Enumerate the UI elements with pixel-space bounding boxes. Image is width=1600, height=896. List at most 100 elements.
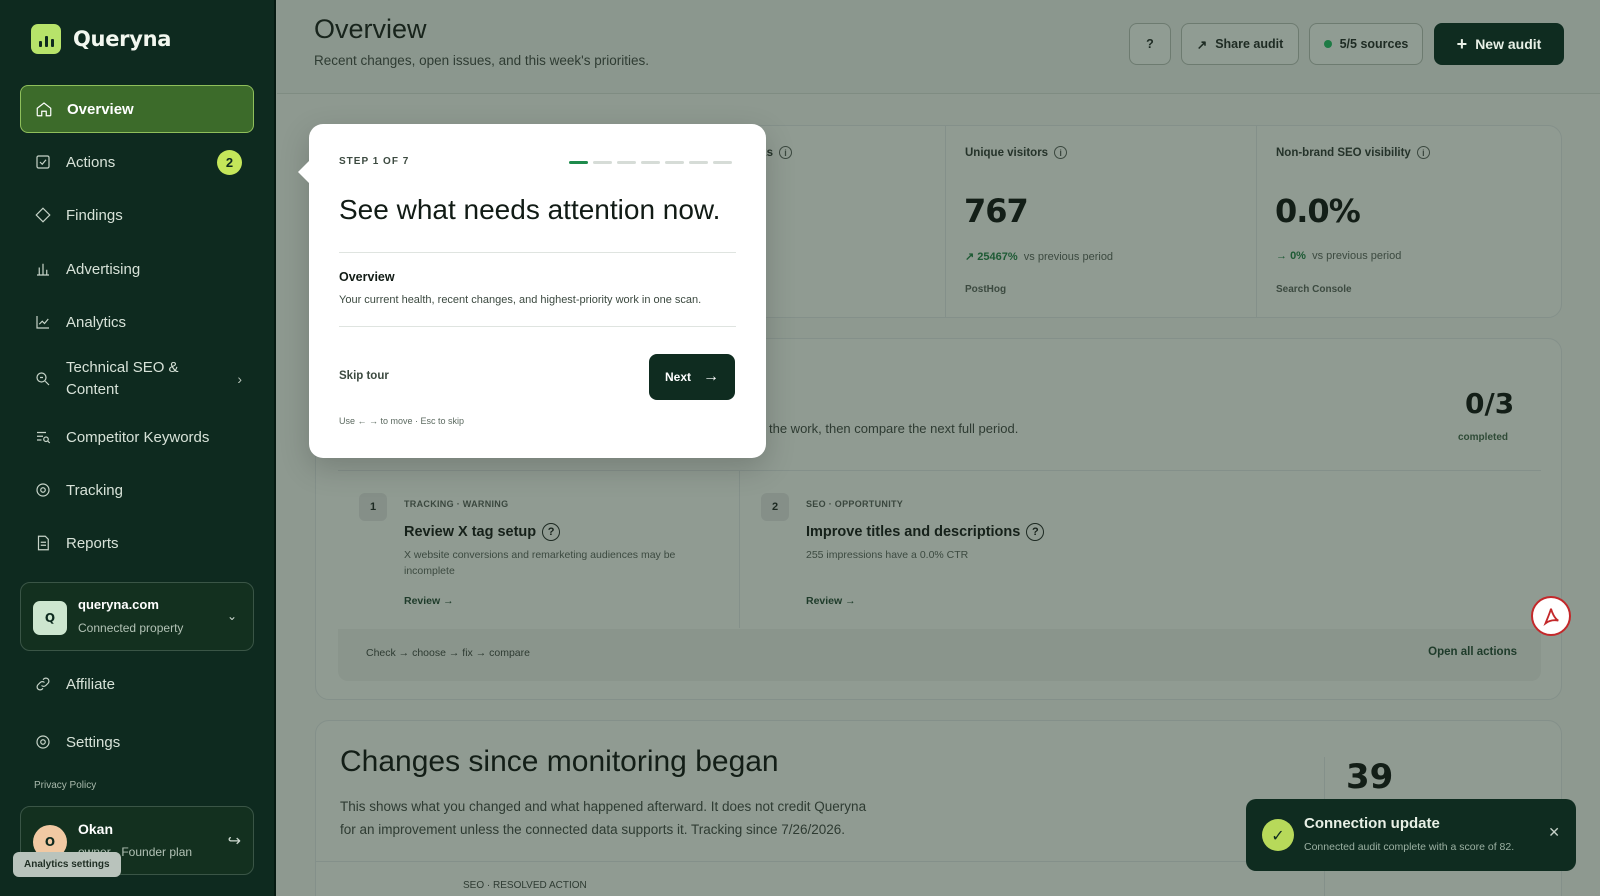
analytics-settings-tooltip: Analytics settings bbox=[13, 852, 121, 877]
metric-change: ↗ 25467% vs previous period bbox=[965, 251, 1114, 263]
info-icon[interactable]: i bbox=[1054, 146, 1068, 159]
chevron-down-icon: ⌄ bbox=[226, 609, 237, 623]
changes-description-line2: for an improvement unless the connected … bbox=[340, 822, 846, 837]
divider bbox=[945, 126, 946, 318]
sidebar-item-advertising[interactable]: Advertising bbox=[20, 245, 254, 293]
sidebar-item-analytics[interactable]: Analytics bbox=[20, 298, 254, 346]
bar-chart-icon bbox=[37, 263, 49, 276]
sidebar-item-label: Actions bbox=[66, 153, 116, 171]
property-name: queryna.com bbox=[78, 597, 159, 612]
actions-count-badge: 2 bbox=[217, 149, 242, 175]
sidebar-item-settings[interactable]: Settings bbox=[20, 718, 254, 766]
pdf-export-button[interactable] bbox=[1531, 596, 1571, 636]
check-icon: ✓ bbox=[1262, 819, 1294, 851]
diamond-icon bbox=[35, 207, 51, 223]
next-button[interactable]: Next → bbox=[649, 354, 735, 400]
task-tag: Tracking · Warning bbox=[404, 499, 509, 509]
close-icon[interactable]: ✕ bbox=[1548, 825, 1560, 841]
skip-tour-button[interactable]: Skip tour bbox=[339, 370, 389, 382]
info-icon[interactable]: i bbox=[778, 146, 792, 159]
tour-progress bbox=[569, 161, 732, 164]
sidebar-item-label: Competitor Keywords bbox=[66, 428, 210, 446]
chevron-right-icon: › bbox=[237, 371, 242, 387]
sidebar-item-tracking[interactable]: Tracking bbox=[20, 466, 254, 514]
task-description: 255 impressions have a 0.0% CTR bbox=[806, 549, 969, 561]
plus-icon: + bbox=[1456, 33, 1468, 54]
logout-icon[interactable]: ↪ bbox=[228, 831, 241, 850]
changes-count: 39 bbox=[1346, 757, 1394, 797]
sidebar-item-label: Advertising bbox=[66, 260, 141, 278]
sidebar-item-reports[interactable]: Reports bbox=[20, 519, 254, 567]
toast-body: Connected audit complete with a score of… bbox=[1304, 841, 1515, 853]
property-status: Connected property bbox=[78, 621, 184, 635]
review-link[interactable]: Review → bbox=[806, 595, 856, 607]
next-label: Next bbox=[664, 370, 691, 384]
brand[interactable]: Queryna bbox=[31, 24, 171, 54]
help-icon[interactable]: ? bbox=[1026, 523, 1045, 541]
connection-toast: ✓ Connection update Connected audit comp… bbox=[1246, 799, 1576, 871]
task-title[interactable]: Improve titles and descriptions? bbox=[806, 523, 1045, 541]
help-icon[interactable]: ? bbox=[542, 523, 561, 541]
sidebar-item-actions[interactable]: Actions 2 bbox=[20, 138, 254, 186]
metric-source: PostHog bbox=[965, 284, 1007, 295]
gear-icon bbox=[36, 735, 50, 749]
info-icon[interactable]: i bbox=[1416, 146, 1430, 159]
divider bbox=[339, 252, 736, 253]
task-description: X website conversions and remarketing au… bbox=[404, 549, 676, 577]
changes-description-line1: This shows what you changed and what hap… bbox=[340, 799, 867, 814]
divider bbox=[339, 326, 736, 327]
sidebar-item-technical-seo[interactable]: Technical SEO & Content › bbox=[20, 355, 254, 403]
share-audit-button[interactable]: ↗ Share audit bbox=[1181, 23, 1299, 65]
metric-label: Non-brand SEO visibility i bbox=[1276, 146, 1430, 159]
task-number: 1 bbox=[359, 493, 387, 521]
sidebar-item-findings[interactable]: Findings bbox=[20, 191, 254, 239]
sidebar: Queryna Overview Actions 2 Findings Adve… bbox=[0, 0, 276, 896]
property-avatar: Q bbox=[33, 601, 67, 635]
tour-progress-segment bbox=[689, 161, 708, 164]
sidebar-item-label: Settings bbox=[66, 733, 121, 751]
new-audit-button[interactable]: + New audit bbox=[1434, 23, 1564, 65]
arrow-right-icon: → bbox=[703, 368, 719, 385]
tour-progress-segment bbox=[569, 161, 588, 164]
change-row-label: SEO · RESOLVED ACTION bbox=[463, 880, 587, 891]
list-search-icon bbox=[37, 431, 51, 444]
home-icon bbox=[36, 102, 52, 117]
changes-title: Changes since monitoring began bbox=[340, 745, 779, 778]
metric-label: Unique visitors i bbox=[965, 146, 1068, 159]
page-subtitle: Recent changes, open issues, and this we… bbox=[314, 53, 650, 68]
divider bbox=[1256, 126, 1257, 318]
sidebar-item-overview[interactable]: Overview bbox=[20, 85, 254, 133]
sidebar-item-competitor-keywords[interactable]: Competitor Keywords bbox=[20, 413, 254, 461]
pdf-icon bbox=[1543, 608, 1559, 627]
sidebar-item-label: Overview bbox=[67, 100, 134, 118]
tour-title: See what needs attention now. bbox=[339, 194, 721, 225]
privacy-policy-link[interactable]: Privacy Policy bbox=[34, 780, 96, 791]
keyboard-hint: Use ← → to move · Esc to skip bbox=[339, 416, 465, 426]
sidebar-item-affiliate[interactable]: Affiliate bbox=[20, 660, 254, 708]
help-button[interactable]: ? bbox=[1129, 23, 1171, 65]
queryna-logo-icon bbox=[31, 24, 61, 54]
divider bbox=[338, 470, 1541, 471]
tour-body: Your current health, recent changes, and… bbox=[339, 294, 702, 306]
sidebar-item-label: Affiliate bbox=[66, 675, 115, 693]
property-switcher[interactable]: Q queryna.com Connected property ⌄ bbox=[20, 582, 254, 651]
divider bbox=[739, 471, 740, 628]
check-square-icon bbox=[36, 155, 50, 169]
sources-button[interactable]: 5/5 sources bbox=[1309, 23, 1423, 65]
sidebar-item-label: Analytics bbox=[66, 313, 127, 331]
open-all-actions-link[interactable]: Open all actions bbox=[1428, 646, 1517, 658]
task-number: 2 bbox=[761, 493, 789, 521]
flow-text: Check → choose → fix → compare bbox=[366, 647, 530, 659]
review-link[interactable]: Review → bbox=[404, 595, 454, 607]
share-audit-label: Share audit bbox=[1215, 37, 1284, 51]
tour-progress-segment bbox=[617, 161, 636, 164]
link-icon bbox=[36, 677, 50, 691]
line-chart-icon bbox=[36, 316, 49, 329]
metric-change: → 0% vs previous period bbox=[1276, 250, 1402, 262]
target-icon bbox=[36, 483, 50, 497]
task-title[interactable]: Review X tag setup? bbox=[404, 523, 561, 541]
sidebar-item-label: Findings bbox=[66, 206, 123, 224]
search-icon bbox=[36, 372, 50, 386]
popover-arrow bbox=[298, 160, 310, 184]
metric-value: 767 bbox=[964, 192, 1029, 230]
